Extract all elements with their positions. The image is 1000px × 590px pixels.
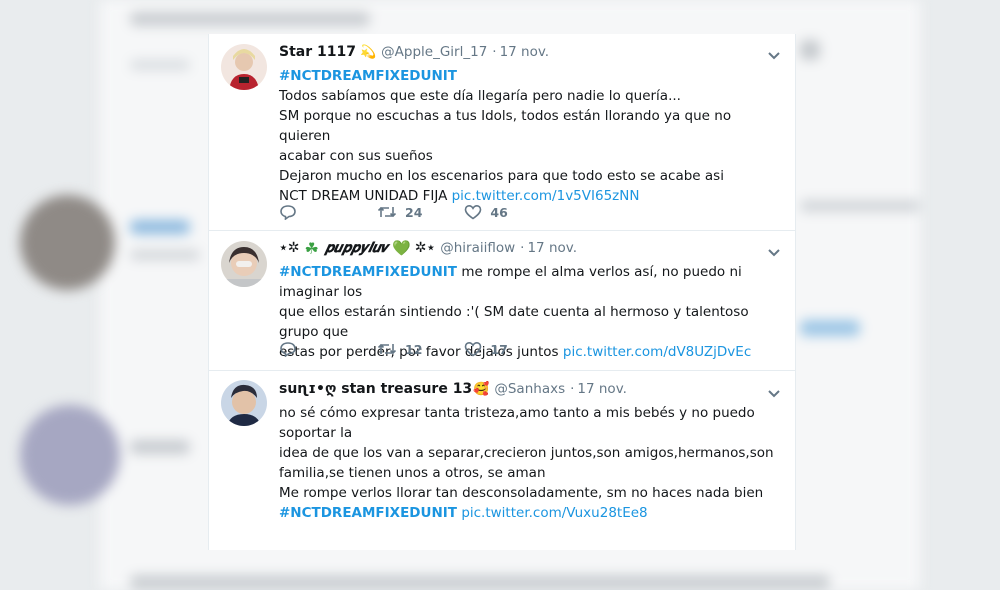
display-name[interactable]: suɳɪ•ღ stan treasure 13: [279, 381, 472, 397]
tweet[interactable]: Star 1117 💫 @Apple_Girl_17 · 17 nov. #NC…: [209, 34, 795, 231]
display-name-suffix: ✲⋆: [414, 240, 436, 256]
tweet[interactable]: ⋆✲ ☘ 𝒑𝒖𝒑𝒑𝒚𝒍𝒖𝒗 💚 ✲⋆ @hiraiiflow · 17 nov.…: [209, 231, 795, 371]
hashtag-link[interactable]: #NCTDREAMFIXEDUNIT: [279, 264, 457, 280]
retweet-icon: [377, 206, 397, 218]
tweet-line: NCT DREAM UNIDAD FIJA: [279, 188, 448, 204]
heart-icon: [465, 204, 482, 220]
timestamp[interactable]: 17 nov.: [577, 381, 627, 397]
heart-icon: [465, 341, 482, 357]
retweet-icon: [377, 343, 397, 355]
reply-icon: [280, 342, 296, 357]
tweet-text: #NCTDREAMFIXEDUNIT Todos sabíamos que es…: [279, 66, 781, 206]
chevron-down-icon[interactable]: [767, 46, 781, 65]
pic-link[interactable]: pic.twitter.com/Vuxu28tEe8: [461, 505, 647, 521]
tweet-line: Me rompe verlos llorar tan desconsoladam…: [279, 485, 764, 501]
pic-link[interactable]: pic.twitter.com/1v5VI65zNN: [452, 188, 640, 204]
tweet[interactable]: suɳɪ•ღ stan treasure 13 🥰 @Sanhaxs · 17 …: [209, 371, 795, 549]
chevron-down-icon[interactable]: [767, 384, 781, 403]
avatar[interactable]: [221, 44, 267, 90]
pic-link[interactable]: pic.twitter.com/dV8UZjDvEc: [563, 344, 751, 360]
tweet-line: Dejaron mucho en los escenarios para que…: [279, 168, 724, 184]
user-handle[interactable]: @Sanhaxs: [494, 381, 565, 397]
display-name[interactable]: Star 1117: [279, 44, 356, 60]
tweet-line: no sé cómo expresar tanta tristeza,amo t…: [279, 405, 755, 441]
timestamp[interactable]: 17 nov.: [500, 44, 550, 60]
green-heart-icon: 💚: [392, 239, 411, 257]
shamrock-icon: ☘: [304, 238, 319, 258]
reply-button[interactable]: [279, 204, 305, 220]
retweet-count: 12: [405, 341, 423, 357]
hashtag-link[interactable]: #NCTDREAMFIXEDUNIT: [279, 505, 457, 521]
display-name[interactable]: 𝒑𝒖𝒑𝒑𝒚𝒍𝒖𝒗: [325, 240, 388, 256]
chevron-down-icon[interactable]: [767, 243, 781, 262]
avatar[interactable]: [221, 241, 267, 287]
timestamp[interactable]: 17 nov.: [527, 240, 577, 256]
tweet-line: que ellos estarán sintiendo :'( SM date …: [279, 304, 749, 340]
hashtag-link[interactable]: #NCTDREAMFIXEDUNIT: [279, 68, 457, 84]
avatar[interactable]: [221, 380, 267, 426]
display-name-emoji: 💫: [359, 44, 377, 60]
retweet-button[interactable]: 12: [377, 341, 422, 357]
tweet-line: Todos sabíamos que este día llegaría per…: [279, 88, 681, 104]
like-button[interactable]: 46: [464, 204, 508, 220]
retweet-button[interactable]: 24: [377, 204, 422, 220]
like-count: 17: [490, 341, 508, 357]
smiling-face-hearts-icon: 🥰: [473, 381, 490, 397]
user-handle[interactable]: @Apple_Girl_17: [381, 44, 487, 60]
display-name-prefix: ⋆✲: [279, 240, 300, 256]
tweet-text: no sé cómo expresar tanta tristeza,amo t…: [279, 403, 781, 523]
user-handle[interactable]: @hiraiiflow: [440, 240, 515, 256]
tweet-line: SM porque no escuchas a tus Idols, todos…: [279, 108, 732, 144]
tweet-line: acabar con sus sueños: [279, 148, 433, 164]
like-button[interactable]: 17: [464, 341, 508, 357]
tweet-line: familia,se tienen unos a otros, se aman: [279, 465, 546, 481]
tweet-line: idea de que los van a separar,crecieron …: [279, 445, 774, 461]
reply-icon: [280, 205, 296, 220]
reply-button[interactable]: [279, 341, 305, 357]
like-count: 46: [490, 204, 508, 220]
tweet-timeline: Star 1117 💫 @Apple_Girl_17 · 17 nov. #NC…: [208, 34, 796, 550]
retweet-count: 24: [405, 204, 423, 220]
